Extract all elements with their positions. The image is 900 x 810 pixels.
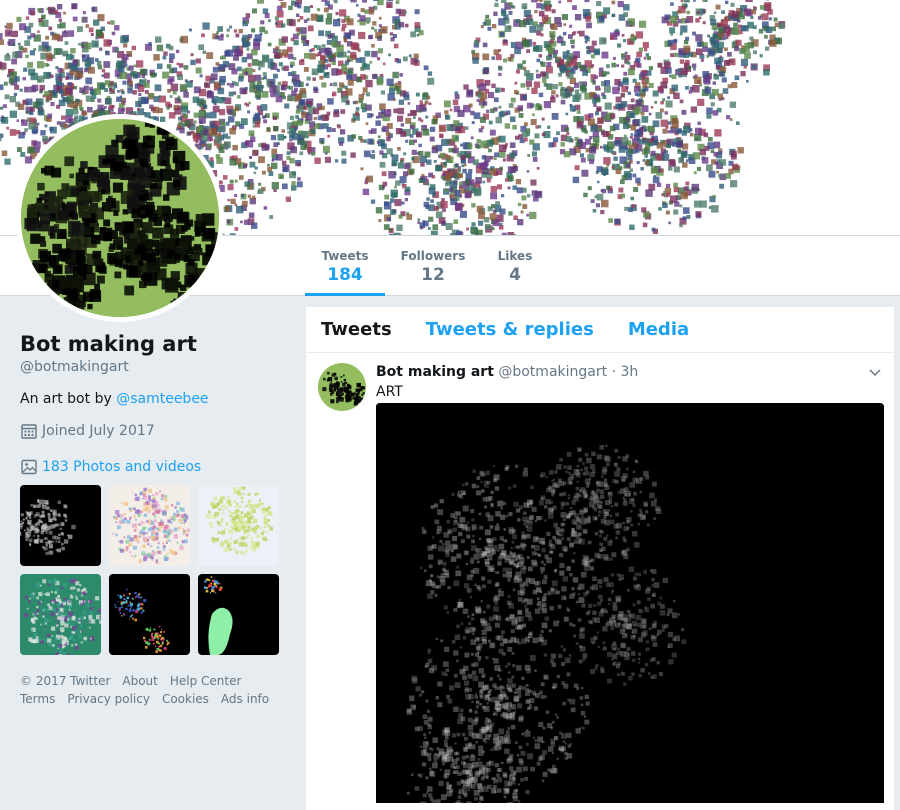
photos-videos-link[interactable]: 183 Photos and videos bbox=[20, 458, 290, 476]
photo-thumbnail[interactable] bbox=[20, 574, 101, 655]
profile-handle[interactable]: @botmakingart bbox=[20, 359, 290, 375]
stat-tweets[interactable]: Tweets 184 bbox=[305, 236, 385, 296]
chevron-down-icon[interactable] bbox=[868, 365, 882, 379]
stat-tweets-value: 184 bbox=[327, 265, 363, 285]
stat-likes-label: Likes bbox=[497, 249, 533, 263]
tweet-header: Bot making art @botmakingart · 3h bbox=[376, 363, 884, 381]
tab-tweets[interactable]: Tweets bbox=[321, 319, 392, 340]
tweet[interactable]: Bot making art @botmakingart · 3h ART bbox=[306, 353, 894, 803]
bio-mention-link[interactable]: @samteebee bbox=[116, 391, 208, 407]
footer-link-cookies[interactable]: Cookies bbox=[162, 692, 209, 706]
tweet-text: ART bbox=[376, 384, 403, 400]
tweet-art bbox=[376, 403, 884, 803]
footer-link-about[interactable]: About bbox=[122, 674, 157, 688]
profile-name[interactable]: Bot making art bbox=[20, 330, 290, 358]
joined-date: Joined July 2017 bbox=[20, 422, 290, 440]
stat-followers-value: 12 bbox=[421, 265, 445, 285]
profile-bio: An art bot by @samteebee bbox=[20, 391, 290, 407]
site-footer: © 2017 Twitter About Help Center Terms Priv… bbox=[20, 672, 290, 708]
bio-text: An art bot by bbox=[20, 391, 117, 407]
stat-tweets-label: Tweets bbox=[321, 249, 369, 263]
stat-followers[interactable]: Followers 12 bbox=[397, 236, 469, 296]
stat-likes[interactable]: Likes 4 bbox=[494, 236, 536, 296]
tweet-timestamp[interactable]: · 3h bbox=[612, 364, 639, 380]
photo-thumbnail[interactable] bbox=[109, 485, 190, 566]
profile-avatar[interactable] bbox=[16, 114, 224, 322]
photo-icon bbox=[21, 459, 37, 475]
timeline-tabs: Tweets Tweets & replies Media bbox=[306, 307, 894, 353]
stat-followers-label: Followers bbox=[400, 249, 466, 263]
footer-link-ads[interactable]: Ads info bbox=[221, 692, 269, 706]
stat-likes-value: 4 bbox=[509, 265, 521, 285]
tweet-avatar[interactable] bbox=[318, 363, 366, 411]
tab-tweets-replies[interactable]: Tweets & replies bbox=[426, 319, 594, 340]
footer-link-help[interactable]: Help Center bbox=[170, 674, 242, 688]
footer-copyright: © 2017 Twitter bbox=[20, 674, 111, 688]
photo-thumbnail[interactable] bbox=[198, 574, 279, 655]
avatar-art bbox=[21, 119, 219, 317]
tweet-media-image[interactable] bbox=[376, 403, 884, 803]
photo-thumbnail[interactable] bbox=[198, 485, 279, 566]
footer-link-privacy[interactable]: Privacy policy bbox=[67, 692, 150, 706]
photo-thumbnail[interactable] bbox=[109, 574, 190, 655]
tweet-author-name[interactable]: Bot making art bbox=[376, 364, 494, 380]
tweet-author-handle[interactable]: @botmakingart bbox=[498, 364, 607, 380]
tab-media[interactable]: Media bbox=[628, 319, 689, 340]
calendar-icon bbox=[21, 424, 37, 439]
photo-thumbnails bbox=[20, 485, 290, 655]
photo-thumbnail[interactable] bbox=[20, 485, 101, 566]
joined-text: Joined July 2017 bbox=[42, 423, 155, 439]
photos-videos-label: 183 Photos and videos bbox=[42, 459, 202, 475]
profile-card: Bot making art @botmakingart An art bot … bbox=[20, 330, 290, 708]
timeline: Tweets Tweets & replies Media Bot making… bbox=[306, 307, 894, 810]
footer-link-terms[interactable]: Terms bbox=[20, 692, 55, 706]
